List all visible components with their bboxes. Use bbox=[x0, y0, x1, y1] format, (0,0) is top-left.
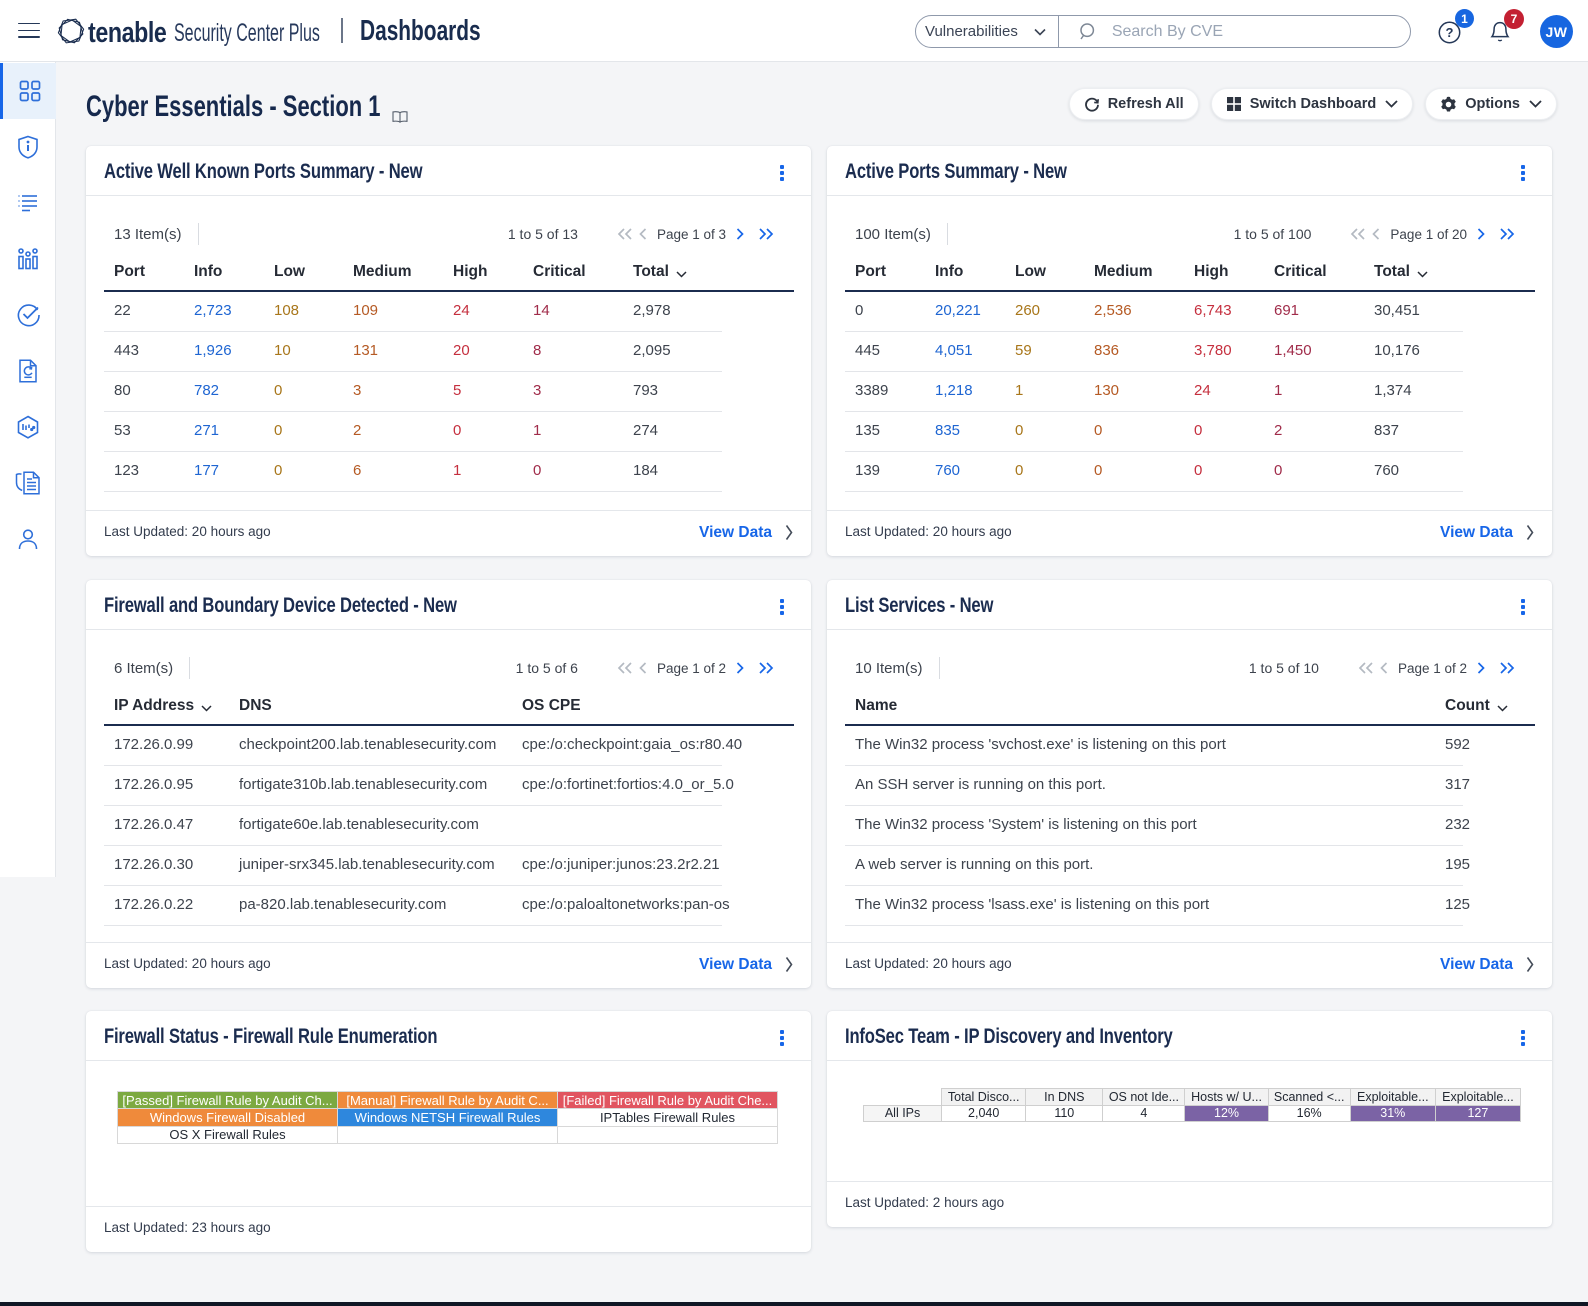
svg-text:?: ? bbox=[1446, 25, 1454, 40]
